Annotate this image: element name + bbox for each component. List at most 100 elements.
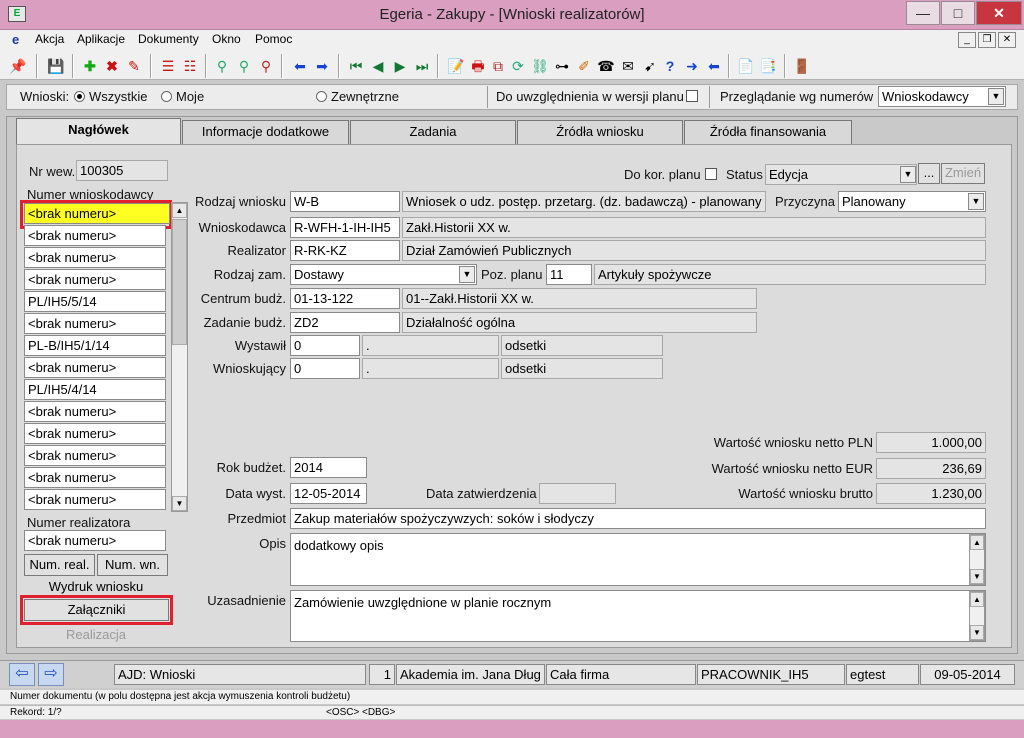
tab-zrodla-finansowania[interactable]: Źródła finansowania	[684, 120, 852, 144]
status-select[interactable]: Edycja	[765, 164, 917, 185]
num-wn-button[interactable]: Num. wn.	[97, 554, 168, 576]
przedmiot-field[interactable]: Zakup materiałów spożyczywzych: soków i …	[290, 508, 986, 529]
prev-record-icon[interactable]: ◀	[368, 56, 388, 76]
tab-zrodla-wniosku[interactable]: Źródła wniosku	[517, 120, 683, 144]
tab-naglowek[interactable]: Nagłówek	[16, 118, 181, 144]
delete-record-icon[interactable]: ✖	[102, 56, 122, 76]
list-item[interactable]: <brak numeru>	[24, 467, 166, 488]
menu-pomoc[interactable]: Pomoc	[255, 32, 292, 46]
mdi-close-button[interactable]: ✕	[998, 32, 1016, 48]
tab-informacje-dodatkowe[interactable]: Informacje dodatkowe	[182, 120, 349, 144]
radio-mine[interactable]	[161, 91, 172, 102]
pointer-icon[interactable]: ➹	[640, 56, 660, 76]
chevron-down-icon[interactable]: ▼	[988, 88, 1004, 105]
scroll-thumb[interactable]	[172, 219, 187, 345]
pin-icon[interactable]: 📌	[8, 56, 28, 76]
menu-akcja[interactable]: Akcja	[35, 32, 64, 46]
poz-planu-field[interactable]: 11	[546, 264, 592, 285]
scroll-down-icon[interactable]: ▼	[172, 496, 187, 511]
help-icon[interactable]: ?	[660, 56, 680, 76]
list-item[interactable]: <brak numeru>	[24, 203, 170, 224]
scroll-up-icon[interactable]: ▲	[970, 535, 984, 550]
query-icon[interactable]: ☰	[158, 56, 178, 76]
wnioskujacy-code[interactable]: 0	[290, 358, 360, 379]
list-item[interactable]: <brak numeru>	[24, 445, 166, 466]
list-item[interactable]: <brak numeru>	[24, 313, 166, 334]
menu-aplikacje[interactable]: Aplikacje	[77, 32, 125, 46]
first-record-icon[interactable]: ⏮	[346, 56, 366, 76]
radio-external[interactable]	[316, 91, 327, 102]
mdi-restore-button[interactable]: ❐	[978, 32, 996, 48]
minimize-button[interactable]: —	[906, 1, 940, 25]
tab-zadania[interactable]: Zadania	[350, 120, 516, 144]
wnioskodawca-code[interactable]: R-WFH-1-IH-IH5	[290, 217, 400, 238]
copy-icon[interactable]: ⧉	[488, 56, 508, 76]
arrow-right-icon[interactable]: ➡	[312, 56, 332, 76]
tree-icon[interactable]: ⊶	[552, 56, 572, 76]
save-icon[interactable]: 💾	[46, 56, 66, 76]
wystawil-code[interactable]: 0	[290, 335, 360, 356]
zadanie-budz-code[interactable]: ZD2	[290, 312, 400, 333]
maximize-button[interactable]: □	[941, 1, 975, 25]
list-item[interactable]: PL/IH5/4/14	[24, 379, 166, 400]
search-next-icon[interactable]: ⚲	[234, 56, 254, 76]
uzasadnienie-textarea[interactable]: Zamówienie uwzględnione w planie rocznym	[290, 590, 986, 642]
change-status-button[interactable]: Zmień	[941, 163, 985, 184]
close-button[interactable]: ✕	[976, 1, 1022, 25]
realizer-number-field[interactable]: <brak numeru>	[24, 530, 166, 551]
forward-icon[interactable]: ➜	[682, 56, 702, 76]
radio-all[interactable]	[74, 91, 85, 102]
print-icon[interactable]: 🖶	[468, 56, 488, 76]
realizator-code[interactable]: R-RK-KZ	[290, 240, 400, 261]
attachments-button[interactable]: Załączniki	[24, 599, 169, 621]
add-record-icon[interactable]: ✚	[80, 56, 100, 76]
chevron-down-icon[interactable]: ▼	[900, 166, 916, 183]
data-wyst-field[interactable]: 12-05-2014	[290, 483, 367, 504]
opis-textarea[interactable]: dodatkowy opis	[290, 533, 986, 586]
tools-icon[interactable]: ✐	[574, 56, 594, 76]
scroll-up-icon[interactable]: ▲	[970, 592, 984, 607]
list-item[interactable]: <brak numeru>	[24, 225, 166, 246]
plan-version-checkbox[interactable]	[686, 90, 698, 102]
menu-okno[interactable]: Okno	[212, 32, 241, 46]
scroll-down-icon[interactable]: ▼	[970, 625, 984, 640]
search-icon[interactable]: ⚲	[212, 56, 232, 76]
status-lookup-button[interactable]: ...	[918, 163, 940, 184]
phone-icon[interactable]: ☎	[596, 56, 616, 76]
chevron-down-icon[interactable]: ▼	[459, 266, 475, 283]
menu-dokumenty[interactable]: Dokumenty	[138, 32, 199, 46]
do-kor-planu-checkbox[interactable]	[705, 168, 717, 180]
rodzaj-wniosku-code[interactable]: W-B	[290, 191, 400, 212]
list-item[interactable]: <brak numeru>	[24, 247, 166, 268]
nr-wew-field[interactable]: 100305	[76, 160, 168, 181]
arrow-left-icon[interactable]: ⬅	[290, 56, 310, 76]
back-icon[interactable]: ⬅	[704, 56, 724, 76]
browse-by-select[interactable]: Wnioskodawcy	[878, 86, 1006, 107]
list-item[interactable]: <brak numeru>	[24, 423, 166, 444]
attach-icon[interactable]: ⛓	[530, 56, 550, 76]
documents-icon[interactable]: 📑	[758, 56, 778, 76]
notes-icon[interactable]: 📝	[446, 56, 466, 76]
document-icon[interactable]: 📄	[736, 56, 756, 76]
list-item[interactable]: <brak numeru>	[24, 401, 166, 422]
list-item[interactable]: PL/IH5/5/14	[24, 291, 166, 312]
mail-icon[interactable]: ✉	[618, 56, 638, 76]
centrum-budz-code[interactable]: 01-13-122	[290, 288, 400, 309]
nav-forward-icon[interactable]: ⇨	[38, 663, 64, 686]
list-item[interactable]: <brak numeru>	[24, 357, 166, 378]
list-item[interactable]: PL-B/IH5/1/14	[24, 335, 166, 356]
list-item[interactable]: <brak numeru>	[24, 489, 166, 510]
next-record-icon[interactable]: ▶	[390, 56, 410, 76]
last-record-icon[interactable]: ⏭	[412, 56, 432, 76]
edit-record-icon[interactable]: ✎	[124, 56, 144, 76]
list-item[interactable]: <brak numeru>	[24, 269, 166, 290]
rok-budzet-field[interactable]: 2014	[290, 457, 367, 478]
realization-button[interactable]: Realizacja	[24, 625, 168, 647]
rodzaj-zam-select[interactable]: Dostawy	[290, 264, 477, 285]
execute-query-icon[interactable]: ☷	[180, 56, 200, 76]
scroll-up-icon[interactable]: ▲	[172, 203, 187, 218]
refresh-icon[interactable]: ⟳	[508, 56, 528, 76]
num-real-button[interactable]: Num. real.	[24, 554, 95, 576]
chevron-down-icon[interactable]: ▼	[968, 193, 984, 210]
search-clear-icon[interactable]: ⚲	[256, 56, 276, 76]
